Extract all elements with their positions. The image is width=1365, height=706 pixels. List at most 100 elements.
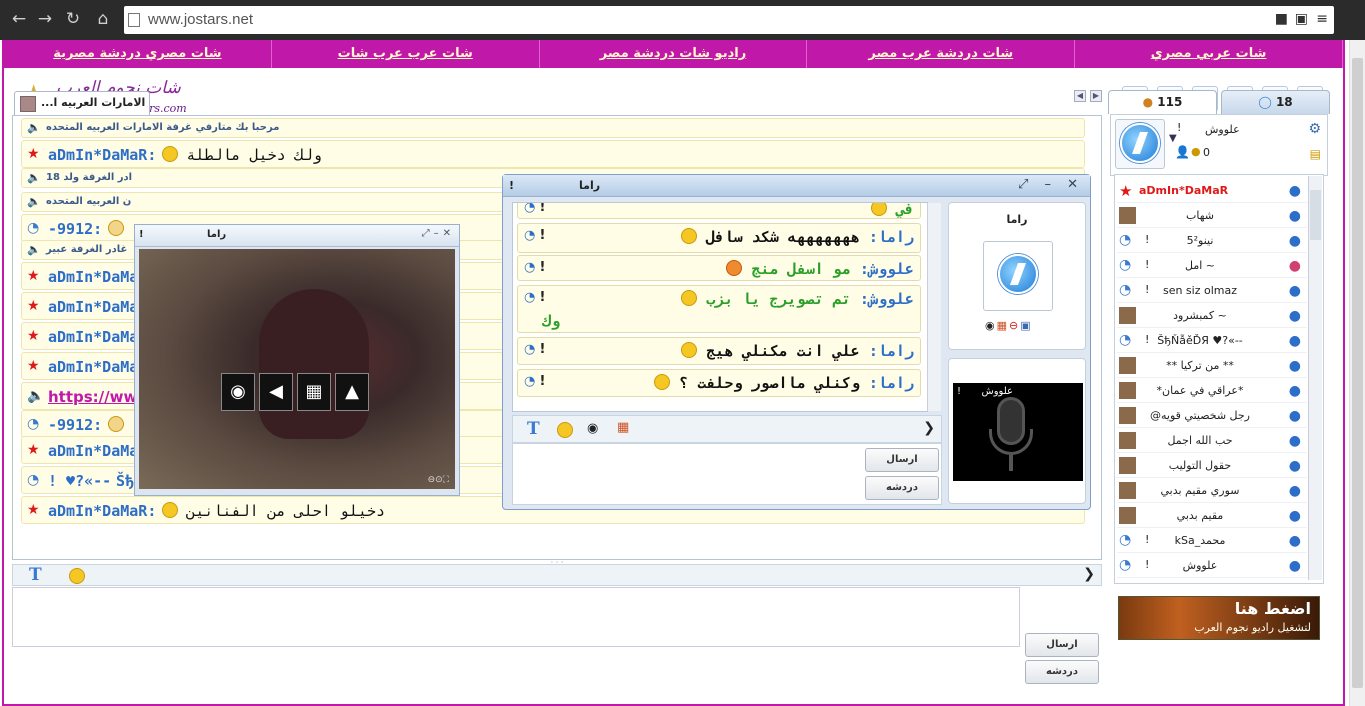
pm-send-button[interactable]: ارسال <box>865 448 939 472</box>
chevron-left-icon[interactable]: ◀ <box>1074 90 1086 102</box>
back-icon[interactable]: ← <box>8 8 30 30</box>
speaker-icon[interactable]: ◀ <box>259 373 293 411</box>
user-list-scrollbar[interactable] <box>1308 176 1322 580</box>
pm-message-author[interactable]: راما: <box>869 374 914 392</box>
pm-scrollbar[interactable] <box>927 203 941 411</box>
chevron-down-icon[interactable]: ▼ <box>1169 133 1177 144</box>
pm-message-text: وكنلي مااصور وحلفت ؟ <box>679 374 860 392</box>
translate-icon[interactable]: ▣ <box>1295 11 1308 27</box>
pm-messages[interactable]: ◔ ! في ◔ ! راما: هههههههه شكد سافل ◔ ! علو… <box>512 202 928 412</box>
pm-avatar[interactable] <box>983 241 1053 311</box>
message-author[interactable]: aDmIn*DaMaR: <box>48 502 156 520</box>
chat-button[interactable]: دردشه <box>1025 660 1099 684</box>
user-list-item[interactable]: كمبشرود ~ ● <box>1117 304 1307 328</box>
user-list-item[interactable]: ◔! علووش ● <box>1117 554 1307 578</box>
admin-star-icon: ★ <box>27 328 40 344</box>
pm-message-author[interactable]: راما: <box>869 342 914 360</box>
message-author[interactable]: -9912: <box>48 416 102 434</box>
user-list-item[interactable]: *عراقي في عمان* ● <box>1117 379 1307 403</box>
user-list-item[interactable]: ★ aDmIn*DaMaR ● <box>1117 179 1307 203</box>
message-link[interactable]: https://ww <box>48 388 137 406</box>
camera-icon[interactable]: ■ <box>1275 11 1288 27</box>
system-text: غادر الغرفة عبير <box>46 244 128 255</box>
reload-icon[interactable]: ↻ <box>62 8 84 30</box>
my-avatar[interactable] <box>1115 119 1165 169</box>
user-list[interactable]: ★ aDmIn*DaMaR ● شهاب ● ◔! نينو5² ● ◔! امل ~ ● ◔! sen… <box>1114 174 1324 584</box>
top-nav-link[interactable]: شات دردشة عرب مصر <box>807 40 1076 68</box>
page-scrollbar[interactable] <box>1349 40 1365 706</box>
pm-profile-icons[interactable]: ◉▦⊖▣ <box>985 319 1033 332</box>
pm-header[interactable]: ! راما ⤢ – ✕ <box>503 175 1090 197</box>
text-format-icon[interactable]: T <box>527 419 540 439</box>
user-list-item[interactable]: حب الله اجمل ● <box>1117 429 1307 453</box>
radio-banner[interactable]: اضغط هنا لتشغيل راديو نجوم العرب <box>1118 596 1320 640</box>
webcam-icon[interactable]: ◉ <box>221 373 255 411</box>
user-list-item[interactable]: ** من تركيا ** ● <box>1117 354 1307 378</box>
top-nav-link[interactable]: شات عربي مصري <box>1075 40 1343 68</box>
gift-icon[interactable]: ▦ <box>617 420 629 435</box>
rooms-count: 18 <box>1275 95 1293 109</box>
cam-controls: ◉ ◀ ▦ ▲ <box>221 373 369 411</box>
user-list-item[interactable]: ◔! امل ~ ● <box>1117 254 1307 278</box>
message-author[interactable]: aDmIn*DaMaR <box>48 298 147 316</box>
user-list-item[interactable]: سوري مقيم بدبي ● <box>1117 479 1307 503</box>
message-author[interactable]: aDmIn*DaMaR <box>48 328 147 346</box>
fullscreen-icon[interactable]: ⊖⊙⛶ <box>428 475 449 485</box>
message-author[interactable]: aDmIn*DaMaR <box>48 268 147 286</box>
cam-header[interactable]: ! راما ⤢–✕ <box>135 225 459 247</box>
menu-icon[interactable]: ≡ <box>1316 11 1328 27</box>
tab-rooms[interactable]: ◯ 18 <box>1221 90 1330 114</box>
settings-icon[interactable]: ⚙ <box>1308 121 1321 137</box>
forward-icon[interactable]: → <box>34 8 56 30</box>
gift-icon[interactable]: ▦ <box>297 373 331 411</box>
user-list-item[interactable]: مقيم بدبي ● <box>1117 504 1307 528</box>
chevron-right-icon[interactable]: ▶ <box>1090 90 1102 102</box>
users-icon: ● <box>1142 95 1154 109</box>
user-list-item[interactable]: @رجل شخصيتي قويه ● <box>1117 404 1307 428</box>
top-nav-link[interactable]: شات عرب عرب شات <box>272 40 540 68</box>
user-icon: 👤 <box>1175 145 1190 159</box>
chevron-right-icon[interactable]: ❯ <box>923 420 935 436</box>
tab-room[interactable]: ...الامارات العربيه ا <box>14 91 150 116</box>
pm-message-author[interactable]: راما: <box>869 228 914 246</box>
text-format-icon[interactable]: T <box>29 565 42 585</box>
user-name: سوري مقيم بدبي <box>1160 484 1240 497</box>
message-author[interactable]: aDmIn*DaMaR: <box>48 146 156 164</box>
pm-chat-button[interactable]: دردشه <box>865 476 939 500</box>
chat-input[interactable] <box>12 587 1020 647</box>
top-nav-link[interactable]: شات مصري دردشة مصرية <box>4 40 272 68</box>
window-controls[interactable]: ⤢–✕ <box>422 228 455 239</box>
top-nav-link[interactable]: راديو شات دردشة مصر <box>540 40 808 68</box>
user-list-item[interactable]: ◔! sen siz olmaz ● <box>1117 279 1307 303</box>
message-author[interactable]: aDmIn*DaMaR <box>48 358 147 376</box>
pm-message-author[interactable]: علووش: <box>860 260 914 278</box>
user-list-item[interactable]: ◔! kSa_محمد ● <box>1117 529 1307 553</box>
user-list-item[interactable]: ◔! ŠђŇẫěĎЯ ♥?«-- ● <box>1117 329 1307 353</box>
page-icon <box>128 13 140 27</box>
pm-message-author[interactable]: علووش: <box>860 290 914 308</box>
user-icon: ● <box>1288 408 1301 424</box>
bird-icon: ◔ ! <box>524 342 546 357</box>
emoji-icon[interactable] <box>69 568 85 584</box>
home-icon[interactable]: ⌂ <box>92 8 114 30</box>
pm-input[interactable]: ارسال دردشه <box>512 443 942 505</box>
side-tabs: ● 115 ◯ 18 <box>1108 90 1330 114</box>
window-controls[interactable]: ⤢ – ✕ <box>1018 177 1084 192</box>
admin-star-icon: ★ <box>27 146 40 162</box>
list-icon[interactable]: ▤ <box>1310 147 1321 161</box>
send-button[interactable]: ارسال <box>1025 633 1099 657</box>
user-icon[interactable]: ▲ <box>335 373 369 411</box>
webcam-video[interactable]: ◉ ◀ ▦ ▲ ⊖⊙⛶ <box>139 249 455 489</box>
tab-users[interactable]: ● 115 <box>1108 90 1217 114</box>
user-list-item[interactable]: شهاب ● <box>1117 204 1307 228</box>
chevron-right-icon[interactable]: ❯ <box>1083 566 1095 582</box>
message-text: ولك دخيل مالطلة <box>186 146 322 164</box>
webcam-icon[interactable]: ◉ <box>587 421 598 436</box>
user-list-item[interactable]: ◔! نينو5² ● <box>1117 229 1307 253</box>
user-list-item[interactable]: حقول التوليب ● <box>1117 454 1307 478</box>
coins-count: 0 <box>1203 146 1210 159</box>
emoji-icon[interactable] <box>557 422 573 438</box>
message-author[interactable]: -9912: <box>48 220 102 238</box>
address-bar[interactable]: www.jostars.net ■ ▣ ≡ <box>124 6 1334 34</box>
bird-icon: ◔ ! <box>524 202 546 215</box>
